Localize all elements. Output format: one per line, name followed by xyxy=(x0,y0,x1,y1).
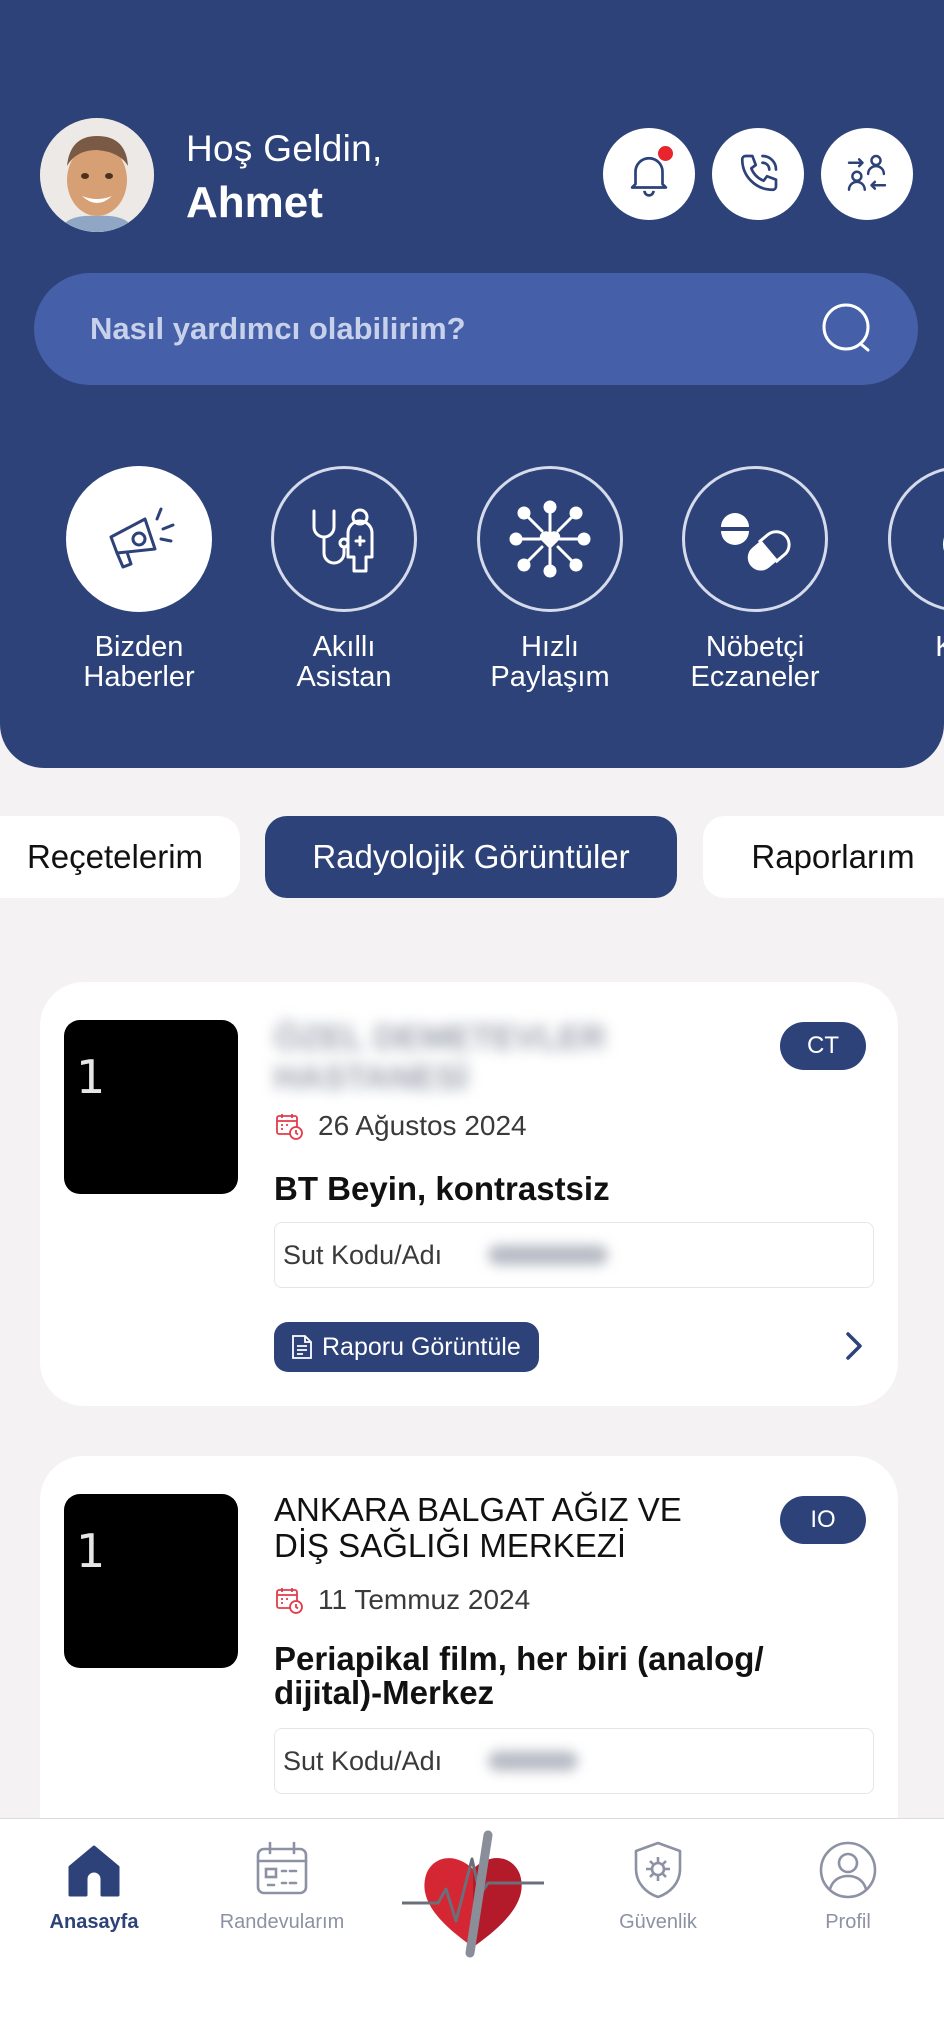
record-date: 26 Ağustos 2024 xyxy=(274,1110,527,1142)
record-date: 11 Temmuz 2024 xyxy=(274,1584,530,1616)
search-bar[interactable]: Nasıl yardımcı olabilirim? xyxy=(34,273,918,385)
profile-icon xyxy=(819,1841,877,1899)
nav-appointments-label: Randevularım xyxy=(219,1911,345,1933)
nav-home-label: Anasayfa xyxy=(49,1911,139,1933)
calendar-clock-icon xyxy=(276,1588,303,1614)
procedure-name: Periapikal film, her biri (analog/ dijit… xyxy=(274,1640,764,1711)
radiology-record-card[interactable]: 1 ANKARA BALGAT AĞIZ VE DİŞ SAĞLIĞI MERK… xyxy=(40,1456,898,1876)
home-icon xyxy=(68,1845,120,1897)
quick-action-label: Kan xyxy=(935,632,944,662)
modality-badge: IO xyxy=(780,1496,866,1544)
nav-appointments[interactable]: Randevularım xyxy=(192,1837,372,1934)
nav-heart-logo[interactable] xyxy=(400,1825,546,1961)
quick-action-label: Akıllı Asistan xyxy=(296,631,392,693)
shield-gear-icon xyxy=(634,1841,682,1899)
megaphone-icon xyxy=(109,507,175,569)
sut-code-value-blurred xyxy=(488,1245,609,1265)
chevron-right-icon[interactable] xyxy=(836,1328,872,1364)
blood-drop-icon xyxy=(943,537,944,551)
bottom-navigation: Anasayfa Randevularım Güvenlik Profil xyxy=(0,1818,944,2018)
quick-action-label: Nöbetçi Eczaneler xyxy=(690,631,820,693)
tab-reports[interactable]: Raporlarım xyxy=(703,816,944,898)
notifications-button[interactable] xyxy=(603,128,695,220)
call-button[interactable] xyxy=(712,128,804,220)
view-report-button[interactable]: Raporu Görüntüle xyxy=(274,1322,539,1372)
tab-radiology-images[interactable]: Radyolojik Görüntüler xyxy=(265,816,677,898)
sut-code-field: Sut Kodu/Adı xyxy=(274,1728,874,1794)
network-heart-icon xyxy=(509,500,591,578)
avatar-image xyxy=(40,118,154,232)
quick-action-label: Hızlı Paylaşım xyxy=(490,631,610,693)
radiology-record-card[interactable]: 1 ÖZEL DEMETEVLER HASTANESİ CT 26 Ağusto… xyxy=(40,982,898,1406)
pills-icon xyxy=(721,513,795,571)
thumbnail-index: 1 xyxy=(76,1050,106,1104)
switch-user-button[interactable] xyxy=(821,128,913,220)
sut-code-field: Sut Kodu/Adı xyxy=(274,1222,874,1288)
avatar[interactable] xyxy=(40,118,154,232)
nav-security[interactable]: Güvenlik xyxy=(568,1837,748,1934)
quick-action-blood[interactable]: Kan xyxy=(888,466,944,662)
tab-prescriptions[interactable]: Reçetelerim xyxy=(0,816,240,898)
view-report-label: Raporu Görüntüle xyxy=(322,1332,521,1361)
calendar-icon xyxy=(256,1841,308,1895)
quick-action-pharmacies[interactable]: Nöbetçi Eczaneler xyxy=(682,466,828,692)
greeting-text: Hoş Geldin, xyxy=(186,128,383,169)
quick-action-news[interactable]: Bizden Haberler xyxy=(66,466,212,692)
quick-action-quick-share[interactable]: Hızlı Paylaşım xyxy=(477,466,623,692)
user-name: Ahmet xyxy=(186,178,323,227)
quick-action-label: Bizden Haberler xyxy=(83,631,195,693)
institution-name-blurred: ÖZEL DEMETEVLER HASTANESİ xyxy=(274,1019,606,1097)
document-icon xyxy=(292,1335,312,1359)
nav-profile-label: Profil xyxy=(825,1911,871,1933)
nav-security-label: Güvenlik xyxy=(619,1911,697,1933)
record-date-text: 26 Ağustos 2024 xyxy=(318,1110,527,1141)
procedure-name: BT Beyin, kontrastsiz xyxy=(274,1170,610,1207)
image-thumbnail[interactable]: 1 xyxy=(64,1020,238,1194)
phone-icon xyxy=(740,154,778,192)
sut-code-label: Sut Kodu/Adı xyxy=(283,1239,443,1270)
calendar-clock-icon xyxy=(276,1114,303,1140)
image-thumbnail[interactable]: 1 xyxy=(64,1494,238,1668)
doctor-stethoscope-icon xyxy=(312,508,374,573)
search-input[interactable]: Nasıl yardımcı olabilirim? xyxy=(90,311,818,347)
sut-code-value-blurred xyxy=(488,1751,579,1771)
modality-badge: CT xyxy=(780,1022,866,1070)
record-date-text: 11 Temmuz 2024 xyxy=(318,1584,531,1615)
nav-profile[interactable]: Profil xyxy=(758,1837,938,1934)
sut-code-label: Sut Kodu/Adı xyxy=(283,1745,443,1776)
user-switch-icon xyxy=(847,154,887,191)
heart-logo-icon xyxy=(402,1830,544,1958)
search-icon[interactable] xyxy=(818,299,878,359)
header-panel: Hoş Geldin, Ahmet Nasıl yardımcı olabili… xyxy=(0,0,944,768)
nav-home[interactable]: Anasayfa xyxy=(4,1837,184,1934)
thumbnail-index: 1 xyxy=(76,1524,106,1578)
notification-dot xyxy=(658,146,673,161)
institution-name: ANKARA BALGAT AĞIZ VE DİŞ SAĞLIĞI MERKEZ… xyxy=(274,1491,682,1564)
quick-action-smart-assistant[interactable]: Akıllı Asistan xyxy=(271,466,417,692)
